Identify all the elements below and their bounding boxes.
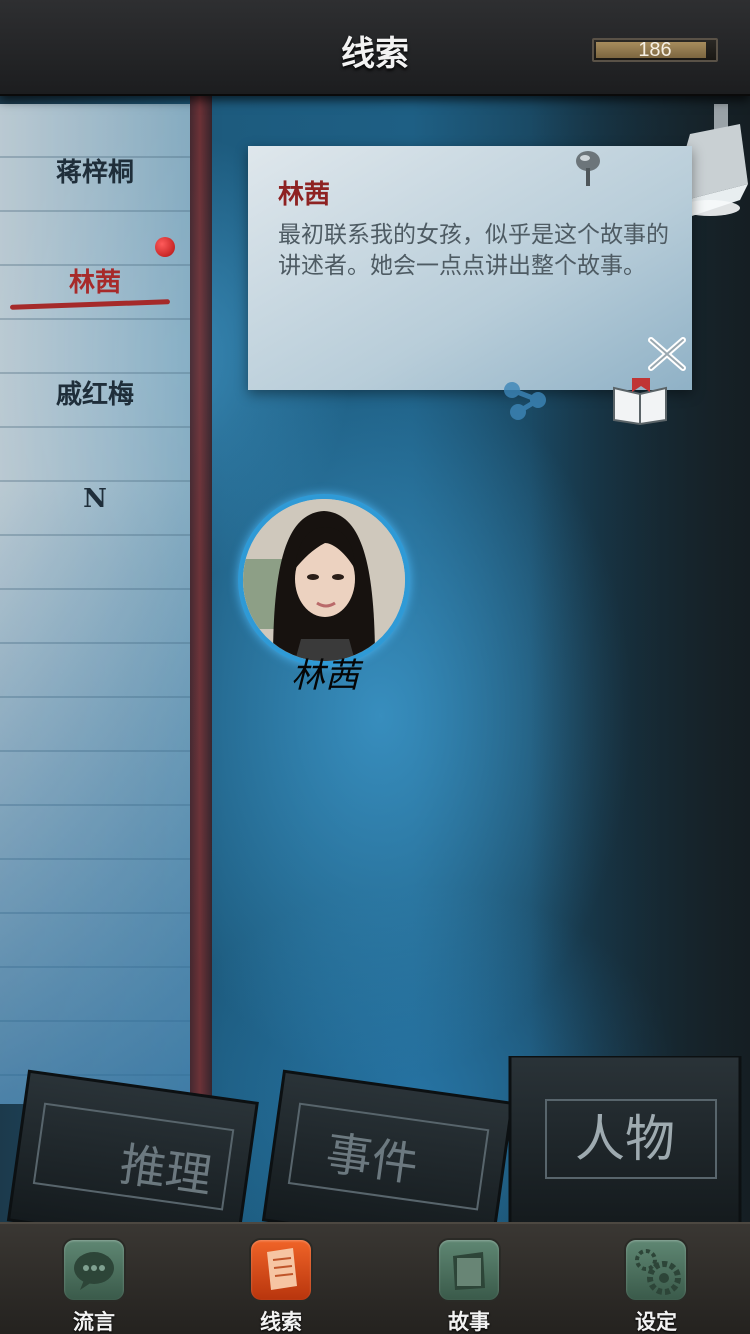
coin-counter: 186 bbox=[592, 38, 718, 62]
tab-clues-label: 线索 bbox=[260, 1309, 302, 1334]
tab-character-1[interactable]: 蒋梓桐 bbox=[0, 152, 190, 189]
note-paper-icon bbox=[249, 1238, 313, 1302]
character-avatar[interactable] bbox=[238, 494, 410, 666]
character-node-label: 林茜 bbox=[291, 656, 359, 696]
new-badge-dot bbox=[155, 237, 175, 257]
clue-card: 林茜 最初联系我的女孩，似乎是这个故事的讲述者。她会一点点讲出整个故事。 bbox=[248, 146, 692, 426]
tab-character-2[interactable]: 林茜 bbox=[0, 262, 190, 299]
clue-board: 蒋梓桐 林茜 戚红梅 N 林茜 最初联系我的女孩，似乎是这个故事的讲述者。她会一… bbox=[0, 96, 750, 1222]
tab-character-3[interactable]: 戚红梅 bbox=[0, 374, 190, 411]
tab-rumors-label: 流言 bbox=[73, 1309, 115, 1334]
close-icon[interactable] bbox=[645, 332, 689, 376]
clue-card-title: 林茜 bbox=[278, 180, 331, 210]
tab-story[interactable]: 故事 bbox=[409, 1236, 529, 1334]
gear-icon bbox=[624, 1238, 688, 1302]
category-books: 推理 事件 人物 bbox=[6, 1056, 742, 1222]
tab-settings-label: 设定 bbox=[635, 1309, 677, 1334]
pushpin-icon bbox=[576, 151, 600, 186]
notebook-binding bbox=[190, 96, 212, 1096]
tab-settings[interactable]: 设定 bbox=[596, 1236, 716, 1334]
tab-character-4[interactable]: N bbox=[0, 484, 190, 514]
tab-clues[interactable]: 线索 bbox=[221, 1236, 341, 1334]
header-bar: 线索 186 bbox=[0, 0, 750, 96]
clue-card-description: 最初联系我的女孩，似乎是这个故事的讲述者。她会一点点讲出整个故事。 bbox=[278, 222, 669, 279]
bottom-tab-bar: 流言 线索 故事 设定 bbox=[0, 1222, 750, 1334]
open-book-icon[interactable] bbox=[610, 374, 670, 426]
coin-value: 186 bbox=[638, 39, 672, 61]
relation-link-icon[interactable] bbox=[500, 378, 552, 422]
book-icon bbox=[437, 1238, 501, 1302]
tab-rumors[interactable]: 流言 bbox=[34, 1236, 154, 1334]
tab-story-label: 故事 bbox=[448, 1309, 490, 1334]
speech-bubble-icon bbox=[62, 1238, 126, 1302]
book-characters-label: 人物 bbox=[575, 1110, 675, 1168]
portrait-image bbox=[243, 499, 405, 661]
